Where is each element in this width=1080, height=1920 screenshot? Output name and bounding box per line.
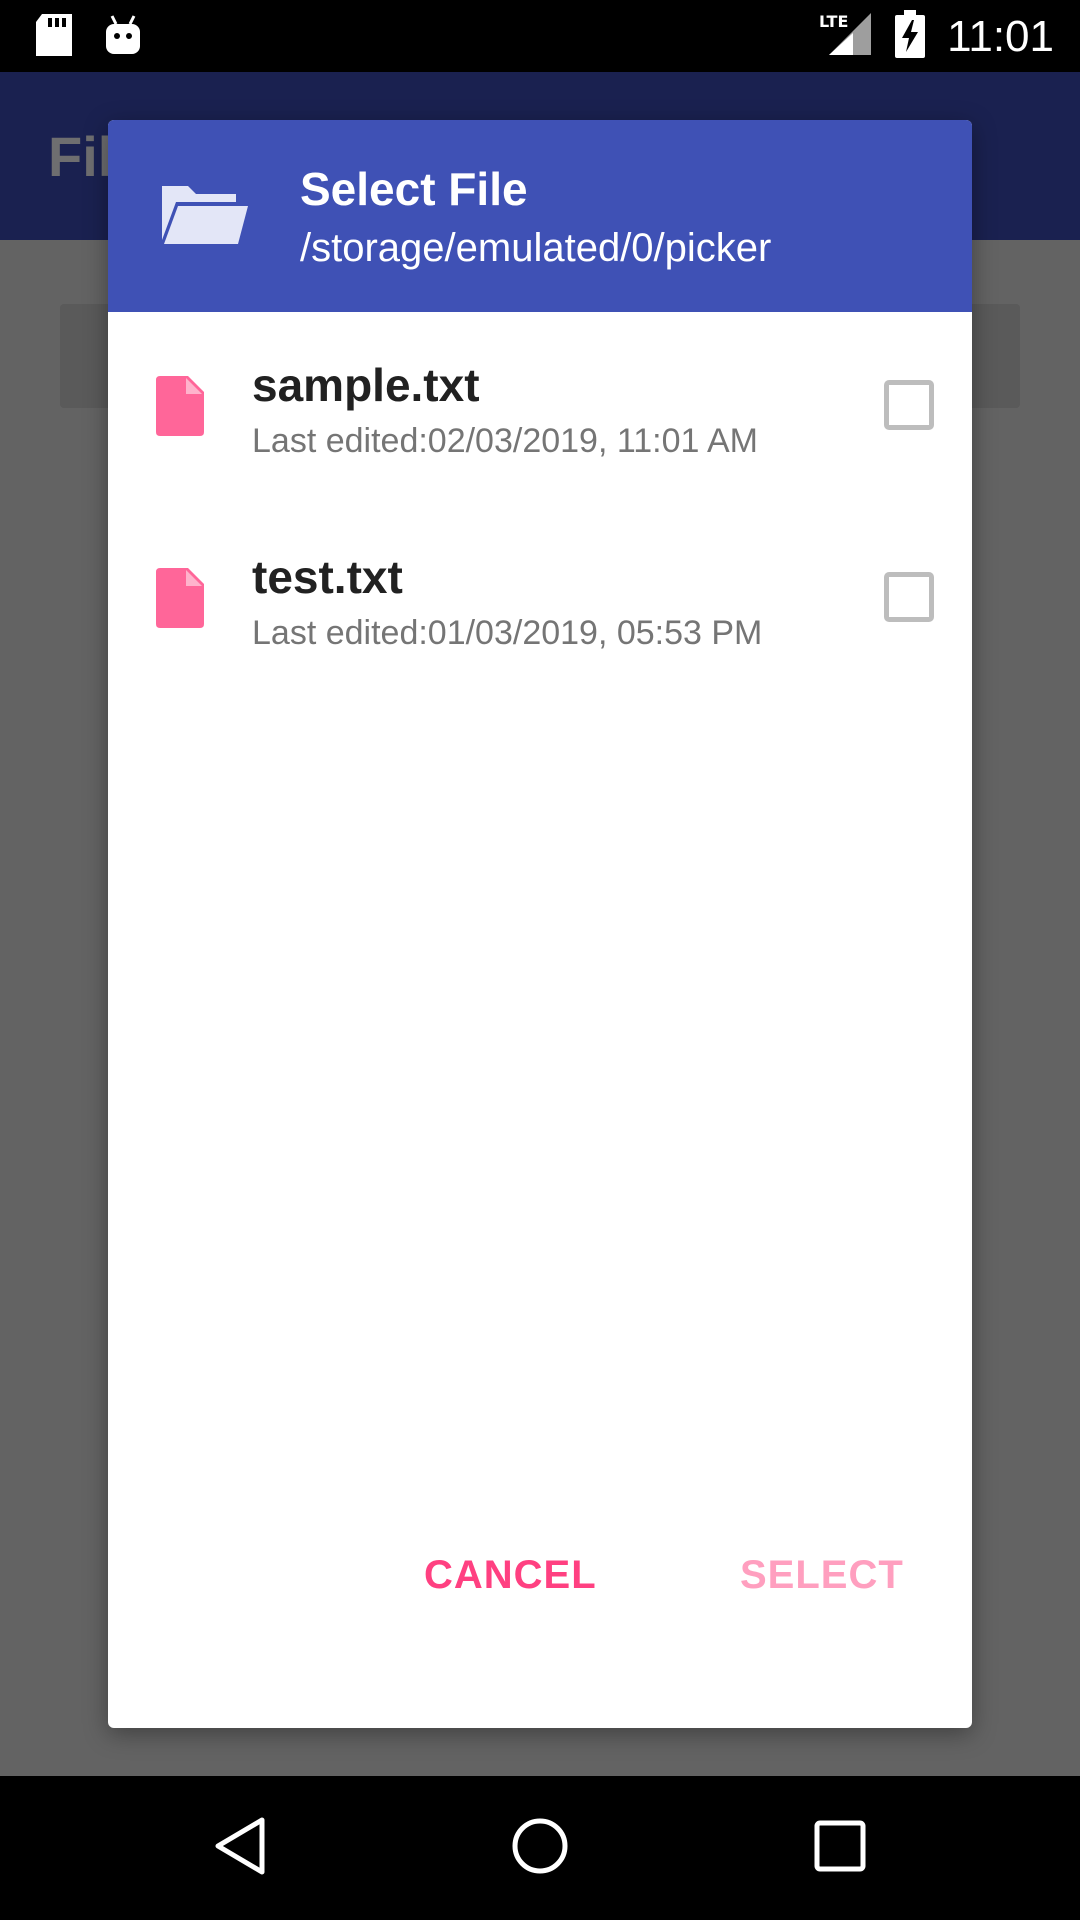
file-last-edited: Last edited:01/03/2019, 05:53 PM	[252, 614, 763, 652]
status-bar: LTE 11:01	[0, 0, 1080, 72]
dialog-header: Select File /storage/emulated/0/picker	[108, 120, 972, 312]
signal-icon: LTE	[819, 11, 873, 62]
dialog-actions: CANCEL SELECT	[108, 1520, 972, 1630]
recent-apps-button[interactable]	[768, 1776, 912, 1920]
list-item[interactable]: sample.txt Last edited:02/03/2019, 11:01…	[108, 312, 972, 504]
status-time: 11:01	[947, 11, 1054, 61]
list-item[interactable]: test.txt Last edited:01/03/2019, 05:53 P…	[108, 504, 972, 696]
file-name: sample.txt	[252, 359, 480, 411]
file-list: sample.txt Last edited:02/03/2019, 11:01…	[108, 312, 972, 696]
file-name: test.txt	[252, 551, 403, 603]
file-checkbox[interactable]	[884, 380, 934, 430]
dialog-path: /storage/emulated/0/picker	[300, 226, 772, 270]
navigation-bar	[0, 1776, 1080, 1920]
file-icon	[156, 376, 204, 441]
network-type-label: LTE	[819, 12, 848, 31]
file-last-edited: Last edited:02/03/2019, 11:01 AM	[252, 422, 758, 460]
home-icon	[510, 1816, 570, 1881]
recent-apps-icon	[813, 1819, 867, 1878]
folder-open-icon	[158, 182, 250, 253]
file-checkbox[interactable]	[884, 572, 934, 622]
battery-charging-icon	[895, 10, 926, 63]
sd-card-icon	[36, 14, 72, 61]
file-icon	[156, 568, 204, 633]
android-icon	[104, 14, 142, 61]
back-icon	[212, 1816, 268, 1881]
back-button[interactable]	[168, 1776, 312, 1920]
dialog-title: Select File	[300, 163, 528, 215]
home-button[interactable]	[468, 1776, 612, 1920]
cancel-button[interactable]: CANCEL	[424, 1520, 597, 1630]
select-button[interactable]: SELECT	[740, 1520, 904, 1630]
file-picker-dialog: Select File /storage/emulated/0/picker s…	[108, 120, 972, 1728]
